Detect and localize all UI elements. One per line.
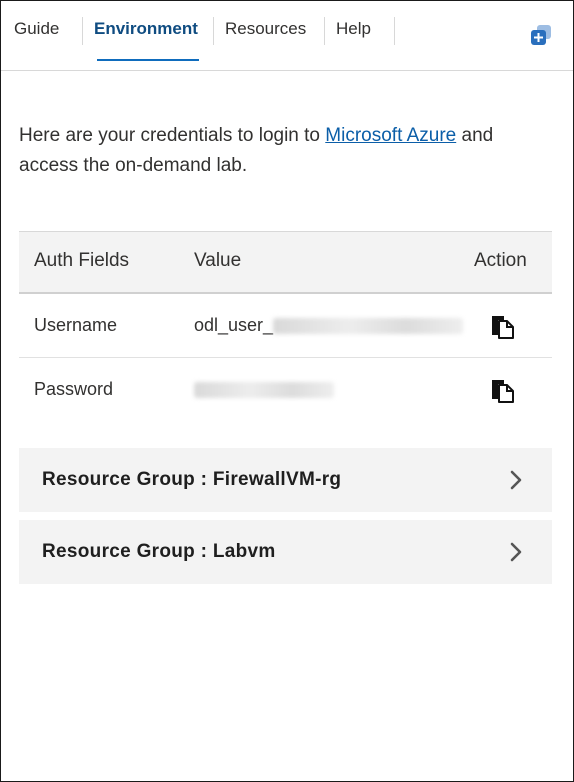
resource-group-labvm[interactable]: Resource Group : Labvm (19, 520, 552, 584)
resource-group-label: Resource Group : FirewallVM-rg (42, 469, 342, 490)
copy-icon (492, 316, 514, 339)
table-header: Auth Fields Value Action (19, 232, 552, 294)
credentials-table: Auth Fields Value Action Username odl_us… (19, 231, 552, 421)
header-auth-fields: Auth Fields (34, 250, 130, 271)
tab-divider (324, 17, 325, 45)
redacted-value (194, 382, 334, 399)
copy-password-button[interactable] (489, 377, 515, 403)
header-value: Value (194, 250, 242, 271)
tab-divider (82, 17, 83, 45)
redacted-value (273, 318, 464, 335)
active-tab-indicator (97, 59, 199, 61)
lab-panel: Guide Environment Resources Help Here ar… (0, 0, 574, 782)
add-window-icon (531, 25, 551, 45)
username-label: Username (34, 315, 118, 335)
tab-resources[interactable]: Resources (225, 17, 306, 45)
chevron-right-icon (510, 470, 522, 490)
tab-guide[interactable]: Guide (14, 17, 59, 45)
tab-bar: Guide Environment Resources Help (1, 1, 573, 71)
tab-divider (213, 17, 214, 45)
resource-group-firewallvm-rg[interactable]: Resource Group : FirewallVM-rg (19, 448, 552, 512)
resource-group-label: Resource Group : Labvm (42, 541, 276, 562)
tab-help[interactable]: Help (336, 17, 371, 45)
table-row: Password (19, 358, 552, 421)
password-label: Password (34, 379, 114, 399)
credentials-intro: Here are your credentials to login to Mi… (19, 121, 539, 181)
tab-environment[interactable]: Environment (94, 17, 198, 45)
username-visible-text: odl_user_ (194, 315, 274, 335)
username-value: odl_user_ (194, 315, 464, 336)
copy-icon (492, 380, 514, 403)
intro-text-before: Here are your credentials to login to (19, 125, 326, 146)
chevron-right-icon (510, 542, 522, 562)
table-row: Username odl_user_ (19, 294, 552, 358)
microsoft-azure-link[interactable]: Microsoft Azure (325, 125, 456, 146)
header-action: Action (474, 250, 527, 271)
copy-username-button[interactable] (489, 313, 515, 339)
tab-divider (394, 17, 395, 45)
password-value (194, 379, 334, 400)
add-window-button[interactable] (529, 23, 553, 47)
